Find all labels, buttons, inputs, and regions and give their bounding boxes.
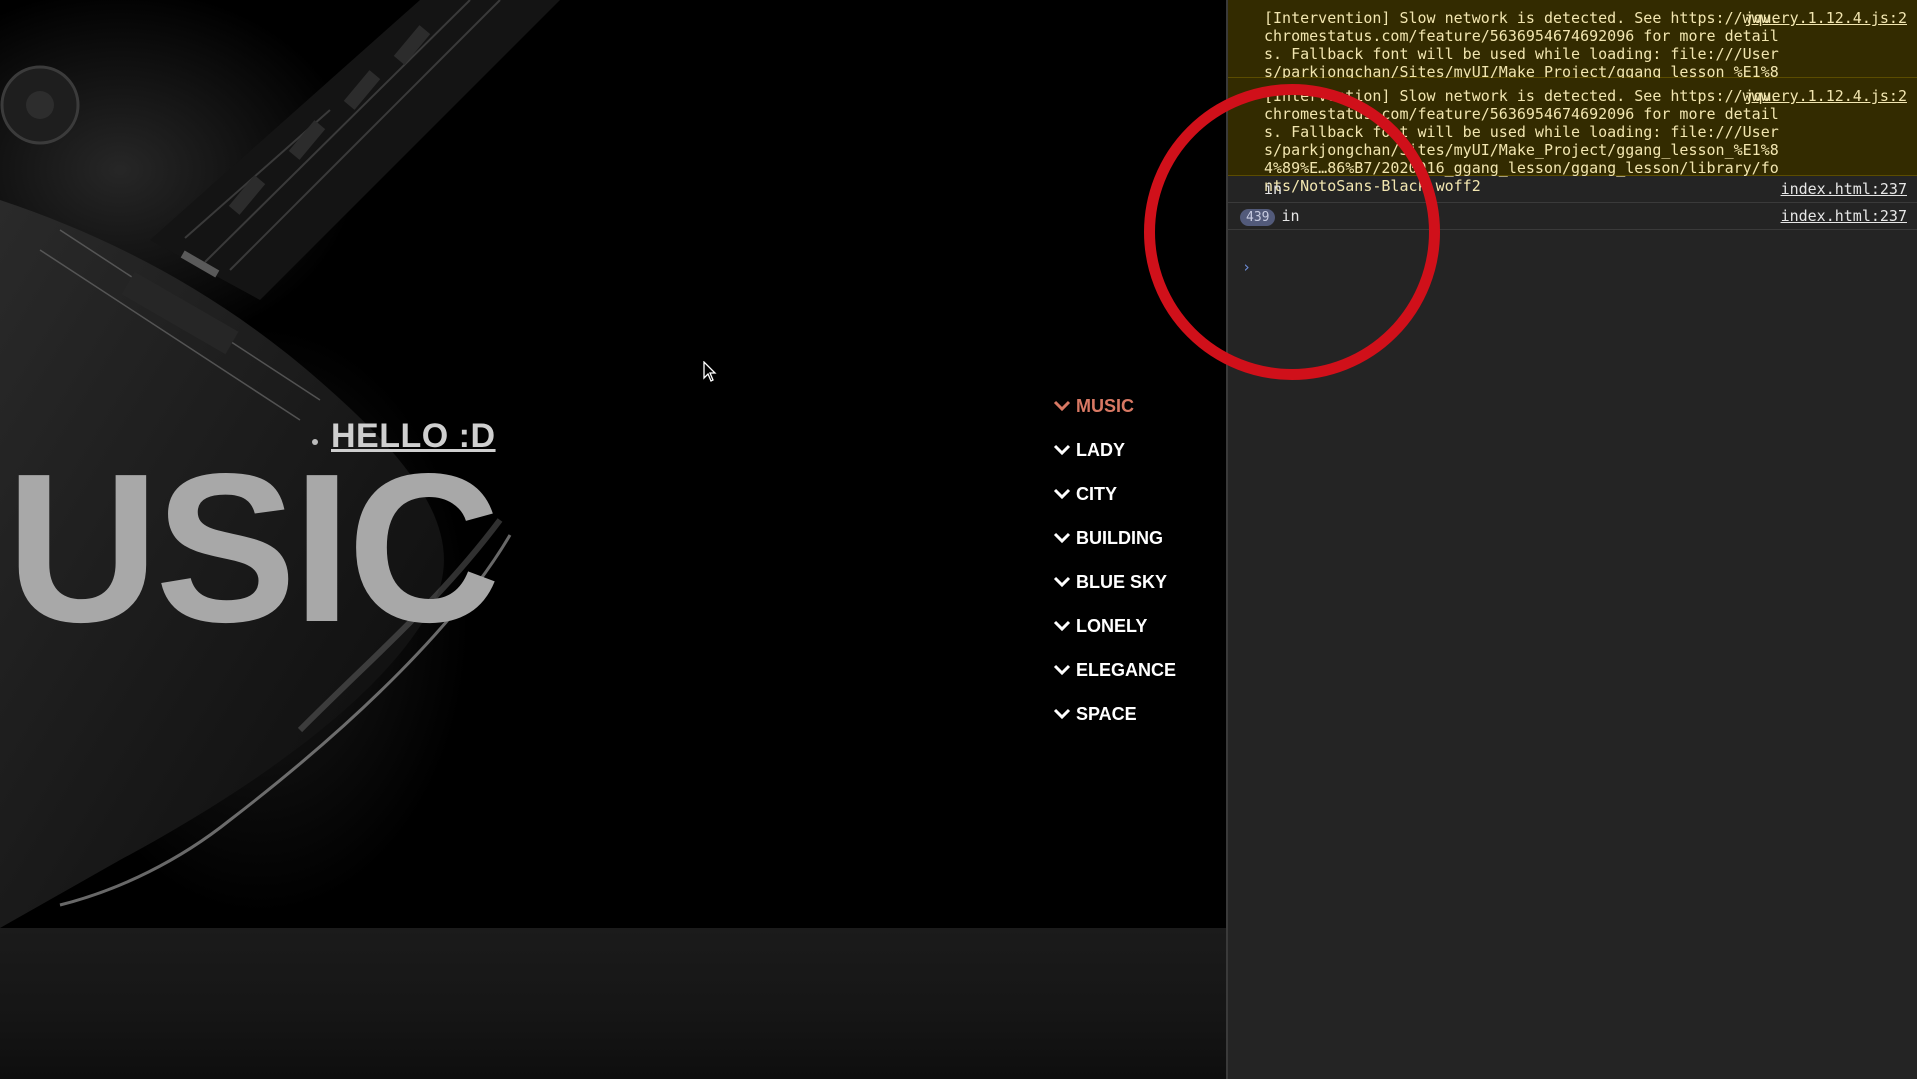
warning-source-link[interactable]: jquery.1.12.4.js:2 <box>1744 87 1907 105</box>
console-prompt-icon[interactable]: › <box>1242 258 1251 276</box>
chevron-down-icon <box>1053 400 1071 412</box>
web-page-viewport: HELLO :D USIC MUSIC LADY CITY BUILDING B… <box>0 0 1226 1079</box>
menu-item-label: SPACE <box>1076 703 1137 724</box>
warning-source-link[interactable]: jquery.1.12.4.js:2 <box>1744 9 1907 27</box>
menu-item-lonely[interactable]: LONELY <box>1052 604 1176 648</box>
chevron-down-icon <box>1053 620 1071 632</box>
log-source-link[interactable]: index.html:237 <box>1781 176 1907 203</box>
menu-item-blue-sky[interactable]: BLUE SKY <box>1052 560 1176 604</box>
repeat-count-badge: 439 <box>1240 209 1276 226</box>
chevron-down-icon <box>1053 708 1071 720</box>
log-message: in <box>1264 180 1283 198</box>
console-warning-1: [Intervention] Slow network is detected.… <box>1228 0 1917 117</box>
menu-item-lady[interactable]: LADY <box>1052 428 1176 472</box>
mouse-pointer-icon <box>703 361 717 382</box>
menu-item-label: CITY <box>1076 483 1118 504</box>
hero-big-title: USIC <box>6 429 501 666</box>
chevron-down-icon <box>1053 664 1071 676</box>
lower-section-background <box>0 928 1226 1079</box>
menu-item-label: MUSIC <box>1076 395 1134 416</box>
menu-item-city[interactable]: CITY <box>1052 472 1176 516</box>
chevron-down-icon <box>1053 532 1071 544</box>
log-message: in <box>1281 207 1300 225</box>
menu-item-label: LADY <box>1076 439 1125 460</box>
console-warning-2: [Intervention] Slow network is detected.… <box>1228 78 1917 195</box>
menu-item-label: ELEGANCE <box>1076 659 1177 680</box>
console-log-row: in index.html:237 <box>1228 176 1917 203</box>
menu-item-label: LONELY <box>1076 615 1148 636</box>
menu-item-elegance[interactable]: ELEGANCE <box>1052 648 1176 692</box>
log-source-link[interactable]: index.html:237 <box>1781 203 1907 230</box>
menu-item-music[interactable]: MUSIC <box>1052 384 1176 428</box>
devtools-console-panel: [Intervention] Slow network is detected.… <box>1226 0 1917 1079</box>
chevron-down-icon <box>1053 444 1071 456</box>
chevron-down-icon <box>1053 576 1071 588</box>
menu-item-label: BUILDING <box>1076 527 1163 548</box>
menu-item-space[interactable]: SPACE <box>1052 692 1176 736</box>
menu-item-building[interactable]: BUILDING <box>1052 516 1176 560</box>
console-log-row: 439 in index.html:237 <box>1228 203 1917 230</box>
chevron-down-icon <box>1053 488 1071 500</box>
category-menu: MUSIC LADY CITY BUILDING BLUE SKY LONELY <box>1052 384 1176 736</box>
hero-section: HELLO :D USIC MUSIC LADY CITY BUILDING B… <box>0 0 1226 928</box>
menu-item-label: BLUE SKY <box>1076 571 1168 592</box>
